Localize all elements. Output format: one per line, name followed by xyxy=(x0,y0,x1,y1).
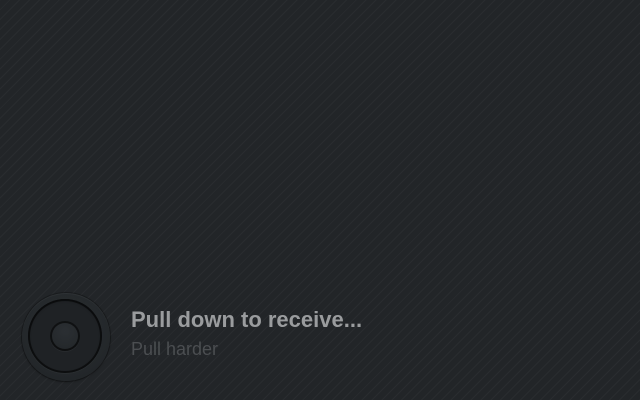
pull-subtitle: Pull harder xyxy=(131,339,219,359)
pull-knob-center xyxy=(50,321,80,351)
pull-title: Pull down to receive... xyxy=(131,307,363,332)
pull-to-receive-panel[interactable]: Pull down to receive... Pull harder xyxy=(0,285,640,400)
pull-knob-icon[interactable] xyxy=(22,293,110,381)
app-screen: Pull down to receive... Pull harder xyxy=(0,0,640,400)
pull-knob-ring xyxy=(28,299,102,373)
